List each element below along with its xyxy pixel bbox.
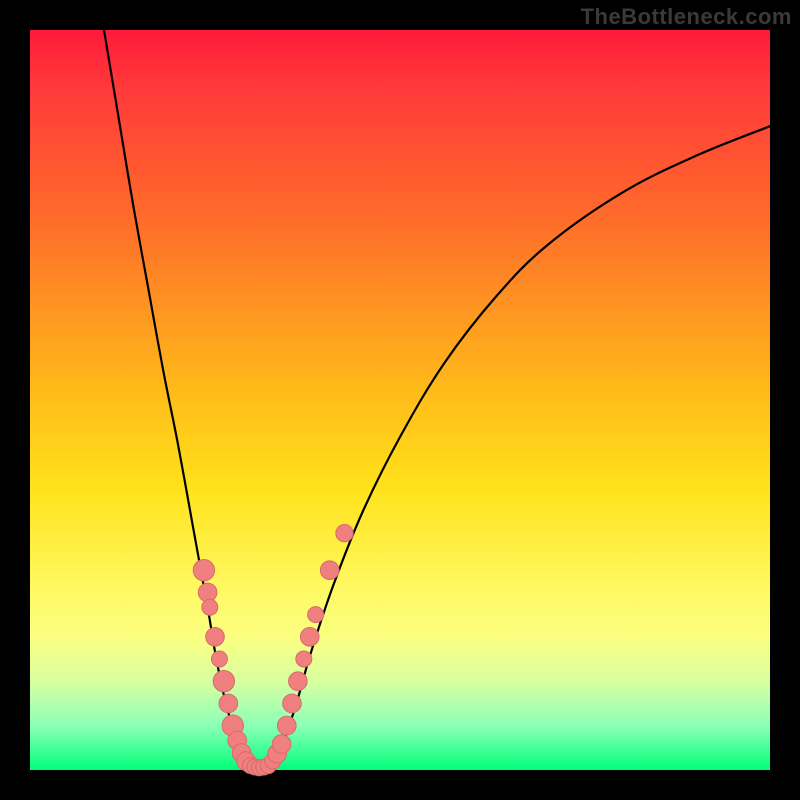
- data-marker: [283, 694, 302, 713]
- data-marker: [211, 651, 227, 667]
- brand-watermark: TheBottleneck.com: [581, 4, 792, 30]
- data-marker: [336, 525, 353, 542]
- data-marker: [308, 607, 324, 623]
- data-marker: [213, 671, 234, 692]
- data-marker: [289, 672, 308, 691]
- chart-svg: [30, 30, 770, 770]
- markers-group: [193, 525, 353, 776]
- data-marker: [277, 716, 296, 735]
- data-marker: [296, 651, 312, 667]
- data-marker: [193, 560, 214, 581]
- series-right-branch: [274, 126, 770, 766]
- data-marker: [219, 694, 238, 713]
- data-marker: [202, 599, 218, 615]
- chart-frame: TheBottleneck.com: [0, 0, 800, 800]
- series-group: [104, 30, 770, 769]
- data-marker: [206, 627, 225, 646]
- data-marker: [272, 735, 291, 754]
- data-marker: [300, 627, 319, 646]
- data-marker: [320, 561, 339, 580]
- data-marker: [198, 583, 217, 602]
- plot-area: [30, 30, 770, 770]
